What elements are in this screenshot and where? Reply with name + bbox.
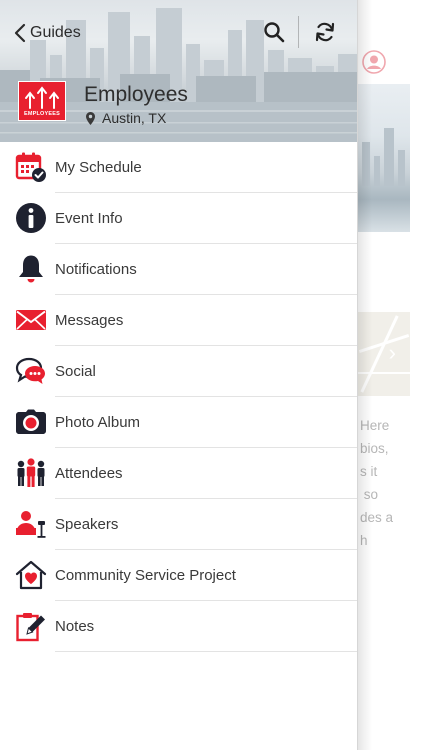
- menu-item-notes[interactable]: Notes: [0, 601, 357, 652]
- location-pin-icon: [86, 111, 95, 125]
- navigation-drawer: Guides EMPLOYEES Employees Austin, TX My…: [0, 0, 358, 750]
- menu-item-photo-album[interactable]: Photo Album: [0, 397, 357, 448]
- header-toolbar: Guides: [0, 14, 357, 52]
- house-heart-icon: [15, 560, 47, 590]
- menu-item-messages[interactable]: Messages: [0, 295, 357, 346]
- menu-item-label: Photo Album: [55, 414, 141, 431]
- location: Austin, TX: [86, 110, 166, 126]
- menu-item-label: Notes: [55, 618, 95, 635]
- chat-bubbles-icon: [15, 357, 45, 384]
- menu-item-label: Social: [55, 363, 96, 380]
- menu-item-notifications[interactable]: Notifications: [0, 244, 357, 295]
- back-button[interactable]: Guides: [14, 20, 81, 46]
- people-icon: [17, 458, 45, 487]
- location-text: Austin, TX: [102, 110, 167, 126]
- menu-item-community-service-project[interactable]: Community Service Project: [0, 550, 357, 601]
- note-pen-icon: [16, 613, 45, 642]
- search-icon[interactable]: [262, 20, 286, 44]
- drawer-shadow: [358, 0, 372, 750]
- menu-separator: [55, 651, 357, 652]
- menu-item-social[interactable]: Social: [0, 346, 357, 397]
- organization-logo: EMPLOYEES: [18, 81, 66, 121]
- info-icon: [16, 203, 46, 233]
- arrows-up-icon: [25, 86, 59, 109]
- toolbar-divider: [298, 16, 299, 48]
- menu-item-label: Speakers: [55, 516, 119, 533]
- organization-name: Employees: [84, 83, 188, 106]
- menu-item-label: Notifications: [55, 261, 137, 278]
- menu-item-label: Community Service Project: [55, 567, 236, 584]
- drawer-menu: My Schedule Event Info Notifications Mes…: [0, 142, 357, 652]
- menu-item-label: Event Info: [55, 210, 123, 227]
- speaker-icon: [16, 511, 46, 538]
- envelope-icon: [16, 310, 46, 330]
- drawer-header: Guides EMPLOYEES Employees Austin, TX: [0, 0, 357, 142]
- back-button-label: Guides: [30, 24, 81, 41]
- camera-icon: [16, 409, 46, 434]
- bell-icon: [19, 255, 43, 283]
- refresh-icon[interactable]: [313, 20, 337, 44]
- menu-item-event-info[interactable]: Event Info: [0, 193, 357, 244]
- menu-item-label: Messages: [55, 312, 124, 329]
- menu-item-label: Attendees: [55, 465, 123, 482]
- calendar-check-icon: [15, 152, 46, 182]
- menu-item-attendees[interactable]: Attendees: [0, 448, 357, 499]
- logo-text: EMPLOYEES: [23, 111, 61, 117]
- menu-item-speakers[interactable]: Speakers: [0, 499, 357, 550]
- menu-item-label: My Schedule: [55, 159, 142, 176]
- chevron-right-icon[interactable]: ›: [389, 340, 396, 366]
- menu-item-my-schedule[interactable]: My Schedule: [0, 142, 357, 193]
- chevron-left-icon: [14, 23, 26, 43]
